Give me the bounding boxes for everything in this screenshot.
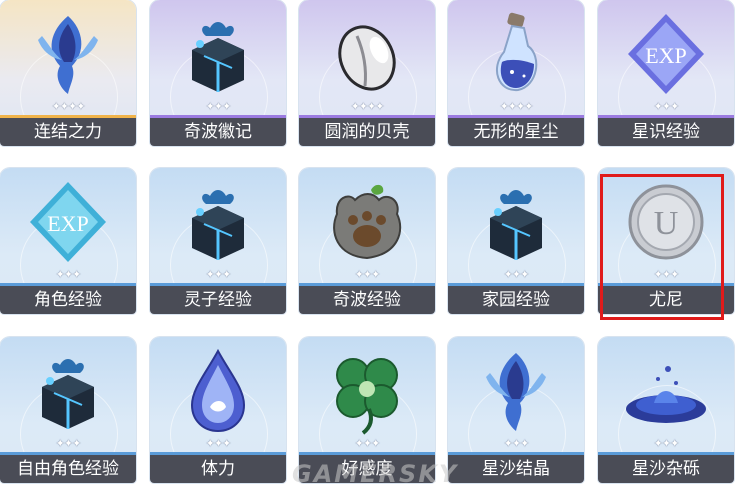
rarity-stars: ✦✦✦✦ (350, 100, 385, 113)
svg-text:EXP: EXP (47, 211, 89, 236)
item-label: 家园经验 (448, 286, 584, 314)
item-card-jiaosejingyan[interactable]: EXP ✦✦✦ 角色经验 (0, 168, 136, 314)
rarity-stars: ✦✦✦ (503, 268, 530, 281)
item-label: 星识经验 (598, 118, 734, 146)
clover-icon (319, 343, 415, 439)
rarity-stars: ✦✦✦ (205, 437, 232, 450)
item-card-lianjiezhili[interactable]: ✦✦✦✦ 连结之力 (0, 0, 136, 146)
rarity-stars: ✦✦✦ (205, 100, 232, 113)
item-label: 星沙杂砾 (598, 455, 734, 483)
item-card-tili[interactable]: ✦✦✦ 体力 (150, 337, 286, 483)
gift-box-icon (468, 174, 564, 270)
rarity-stars: ✦✦✦ (55, 437, 82, 450)
item-card-wuxingdexingchen[interactable]: ✦✦✦✦ 无形的星尘 (448, 0, 584, 146)
exp-gem-blue-icon: EXP (20, 174, 116, 270)
rarity-stars: ✦✦✦ (503, 437, 530, 450)
rarity-stars: ✦✦✦ (354, 268, 381, 281)
svg-text:EXP: EXP (645, 43, 687, 68)
crystal-feather-icon (20, 6, 116, 102)
item-label: 奇波徽记 (150, 118, 286, 146)
item-label: 星沙结晶 (448, 455, 584, 483)
coin-icon: U (618, 174, 714, 270)
item-card-qibohuiji[interactable]: ✦✦✦ 奇波徽记 (150, 0, 286, 146)
stardust-bottle-icon (468, 6, 564, 102)
item-label: 自由角色经验 (0, 455, 136, 483)
item-card-lingzijingyan[interactable]: ✦✦✦ 灵子经验 (150, 168, 286, 314)
exp-gem-purple-icon: EXP (618, 6, 714, 102)
item-label: 角色经验 (0, 286, 136, 314)
rarity-stars: ✦✦✦ (653, 268, 680, 281)
item-label: 无形的星尘 (448, 118, 584, 146)
item-label: 奇波经验 (299, 286, 435, 314)
item-card-qibojingyan[interactable]: ✦✦✦ 奇波经验 (299, 168, 435, 314)
gift-box-icon (170, 174, 266, 270)
item-label: 灵子经验 (150, 286, 286, 314)
rarity-stars: ✦✦✦✦ (51, 100, 86, 113)
item-label: 体力 (150, 455, 286, 483)
paw-stone-icon (319, 174, 415, 270)
water-drop-icon (170, 343, 266, 439)
rarity-stars: ✦✦✦ (653, 437, 680, 450)
item-card-xingshajiejing[interactable]: ✦✦✦ 星沙结晶 (448, 337, 584, 483)
item-label: 好感度 (299, 455, 435, 483)
shell-icon (319, 6, 415, 102)
rarity-stars: ✦✦✦ (653, 100, 680, 113)
item-card-jiayuanjingyan[interactable]: ✦✦✦ 家园经验 (448, 168, 584, 314)
item-label: 连结之力 (0, 118, 136, 146)
rarity-stars: ✦✦✦ (55, 268, 82, 281)
item-card-haogandu[interactable]: ✦✦✦ 好感度 (299, 337, 435, 483)
item-card-yuanrundebeike[interactable]: ✦✦✦✦ 圆润的贝壳 (299, 0, 435, 146)
gift-box-icon (170, 6, 266, 102)
item-label: 尤尼 (598, 286, 734, 314)
item-card-ziyoujiaosejingyan[interactable]: ✦✦✦ 自由角色经验 (0, 337, 136, 483)
item-card-xingshazali[interactable]: ✦✦✦ 星沙杂砾 (598, 337, 734, 483)
item-card-xingshijingyan[interactable]: EXP ✦✦✦ 星识经验 (598, 0, 734, 146)
svg-text:U: U (654, 205, 679, 242)
rarity-stars: ✦✦✦ (205, 268, 232, 281)
item-label: 圆润的贝壳 (299, 118, 435, 146)
star-sand-icon (618, 343, 714, 439)
rarity-stars: ✦✦✦✦ (499, 100, 534, 113)
crystal-feather-icon (468, 343, 564, 439)
gift-box-icon (20, 343, 116, 439)
rarity-stars: ✦✦✦ (354, 437, 381, 450)
item-card-youni[interactable]: U ✦✦✦ 尤尼 (598, 168, 734, 314)
